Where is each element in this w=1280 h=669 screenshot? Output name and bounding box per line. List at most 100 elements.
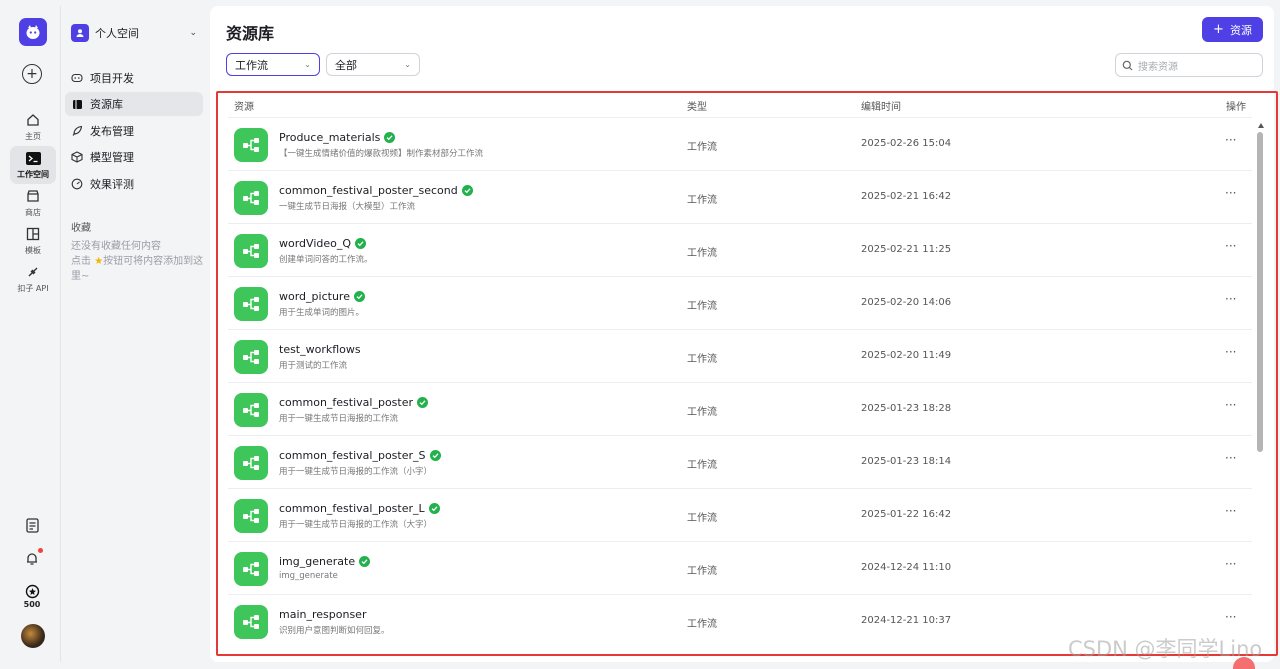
- scope-filter-value: 全部: [335, 58, 357, 72]
- sidebar-item-label: 资源库: [90, 98, 123, 111]
- resource-name[interactable]: common_festival_poster_second: [279, 184, 473, 197]
- favorites-empty-line: 按钮可将内容添加到这里~: [71, 256, 204, 282]
- table-row[interactable]: img_generate img_generate 工作流 2024-12-24 11…: [228, 541, 1252, 594]
- favorites-title: 收藏: [71, 223, 91, 234]
- home-icon: [24, 111, 42, 129]
- table-row[interactable]: common_festival_poster 用于一键生成节日海报的工作流 工作流 2…: [228, 382, 1252, 435]
- store-icon: [24, 187, 42, 205]
- more-actions-icon[interactable]: ···: [1225, 133, 1236, 147]
- workflow-icon: [234, 340, 268, 374]
- avatar[interactable]: [21, 624, 45, 648]
- scrollbar-thumb[interactable]: [1257, 132, 1263, 452]
- resource-name[interactable]: common_festival_poster_L: [279, 502, 440, 515]
- table-row[interactable]: common_festival_poster_second 一键生成节日海报（大模…: [228, 170, 1252, 223]
- main-panel: 资源库 + 资源 工作流 ⌄ 全部 ⌄ 搜索资源 资源 类型 编辑时间 操作 P…: [210, 6, 1278, 662]
- search-input[interactable]: 搜索资源: [1115, 53, 1263, 77]
- add-resource-button[interactable]: + 资源: [1202, 17, 1263, 42]
- resource-name[interactable]: wordVideo_Q: [279, 237, 367, 250]
- workflow-icon: [234, 181, 268, 215]
- more-actions-icon[interactable]: ···: [1225, 504, 1236, 518]
- workflow-icon: [234, 287, 268, 321]
- resource-edit-time: 2025-02-26 15:04: [861, 138, 952, 149]
- table-row[interactable]: Produce_materials 【一键生成情绪价值的爆款视频】制作素材部分工作…: [228, 117, 1252, 170]
- more-actions-icon[interactable]: ···: [1225, 292, 1236, 306]
- resource-name[interactable]: common_festival_poster: [279, 396, 429, 409]
- more-actions-icon[interactable]: ···: [1225, 345, 1236, 359]
- more-actions-icon[interactable]: ···: [1225, 398, 1236, 412]
- sidebar-item-publish[interactable]: 发布管理: [65, 119, 203, 143]
- rail-item-store[interactable]: 商店: [10, 184, 56, 222]
- rail-item-templates[interactable]: 模板: [10, 222, 56, 260]
- workflow-icon: [234, 446, 268, 480]
- resource-name[interactable]: Produce_materials: [279, 131, 396, 144]
- table-row[interactable]: common_festival_poster_L 用于一键生成节日海报的工作流（大…: [228, 488, 1252, 541]
- more-actions-icon[interactable]: ···: [1225, 610, 1236, 624]
- table-row[interactable]: wordVideo_Q 创建单词问答的工作流。 工作流 2025-02-21 11:2…: [228, 223, 1252, 276]
- more-actions-icon[interactable]: ···: [1225, 186, 1236, 200]
- credits-icon[interactable]: [23, 582, 41, 600]
- add-resource-label: 资源: [1229, 23, 1252, 37]
- resource-name[interactable]: word_picture: [279, 290, 365, 303]
- resource-name[interactable]: test_workflows: [279, 343, 361, 356]
- resource-description: 用于一键生成节日海报的工作流（小字）: [279, 467, 433, 477]
- chevron-down-icon: ⌄: [189, 28, 197, 38]
- resource-name[interactable]: common_festival_poster_S: [279, 449, 441, 462]
- verified-check-icon: [359, 556, 371, 567]
- resource-edit-time: 2025-02-21 16:42: [861, 191, 952, 202]
- scroll-up-arrow[interactable]: [1258, 123, 1264, 128]
- resource-type: 工作流: [687, 248, 717, 259]
- verified-check-icon: [355, 238, 367, 249]
- star-icon: ★: [94, 256, 104, 267]
- resource-description: 识别用户意图判断如何回复。: [279, 626, 390, 636]
- space-name: 个人空间: [95, 27, 139, 40]
- workflow-icon: [234, 552, 268, 586]
- resource-name[interactable]: img_generate: [279, 555, 371, 568]
- resource-description: img_generate: [279, 571, 338, 581]
- workflow-icon: [234, 128, 268, 162]
- sidebar-item-evaluation[interactable]: 效果评测: [65, 172, 203, 196]
- resource-table: 资源 类型 编辑时间 操作 Produce_materials 【一键生成情绪价值…: [216, 91, 1278, 656]
- resource-type: 工作流: [687, 619, 717, 630]
- rail-label: 商店: [25, 208, 41, 217]
- resource-edit-time: 2025-01-22 16:42: [861, 509, 952, 520]
- gauge-icon: [71, 178, 83, 190]
- create-plus-icon[interactable]: +: [22, 64, 42, 84]
- table-row[interactable]: word_picture 用于生成单词的图片。 工作流 2025-02-20 14:0…: [228, 276, 1252, 329]
- more-actions-icon[interactable]: ···: [1225, 557, 1236, 571]
- docs-icon[interactable]: [23, 516, 41, 534]
- table-row[interactable]: test_workflows 用于测试的工作流 工作流 2025-02-20 11:4…: [228, 329, 1252, 382]
- verified-check-icon: [428, 503, 440, 514]
- watermark: CSDN @李同学Lino: [1068, 637, 1263, 661]
- resource-name-text: img_generate: [279, 555, 356, 568]
- user-icon: [71, 24, 89, 42]
- space-selector[interactable]: 个人空间 ⌄: [69, 18, 201, 48]
- resource-description: 用于一键生成节日海报的工作流: [279, 414, 399, 424]
- scope-filter-select[interactable]: 全部 ⌄: [326, 53, 420, 76]
- sidebar-item-library[interactable]: 资源库: [65, 92, 203, 116]
- resource-description: 一键生成节日海报（大模型）工作流: [279, 202, 416, 212]
- sidebar-item-models[interactable]: 模型管理: [65, 145, 203, 169]
- resource-description: 用于一键生成节日海报的工作流（大字）: [279, 520, 433, 530]
- resource-name-text: main_responser: [279, 608, 367, 621]
- resource-type: 工作流: [687, 407, 717, 418]
- workflow-icon: [234, 499, 268, 533]
- type-filter-select[interactable]: 工作流 ⌄: [226, 53, 320, 76]
- resource-name[interactable]: main_responser: [279, 608, 366, 621]
- table-row[interactable]: common_festival_poster_S 用于一键生成节日海报的工作流（小…: [228, 435, 1252, 488]
- resource-type: 工作流: [687, 513, 717, 524]
- sidebar-item-projects[interactable]: 项目开发: [65, 66, 203, 90]
- rail-item-api[interactable]: 扣子 API: [10, 260, 56, 298]
- table-header: 资源 类型 编辑时间 操作: [218, 93, 1276, 117]
- more-actions-icon[interactable]: ···: [1225, 451, 1236, 465]
- verified-check-icon: [461, 185, 473, 196]
- rail-item-workspace[interactable]: 工作空间: [10, 146, 56, 184]
- resource-type: 工作流: [687, 195, 717, 206]
- resource-name-text: common_festival_poster: [279, 396, 414, 409]
- coze-logo-icon[interactable]: [19, 18, 47, 46]
- book-icon: [71, 98, 83, 110]
- terminal-icon: [24, 149, 42, 167]
- workflow-icon: [234, 605, 268, 639]
- rail-item-home[interactable]: 主页: [10, 108, 56, 146]
- column-header-type: 类型: [687, 102, 707, 113]
- more-actions-icon[interactable]: ···: [1225, 239, 1236, 253]
